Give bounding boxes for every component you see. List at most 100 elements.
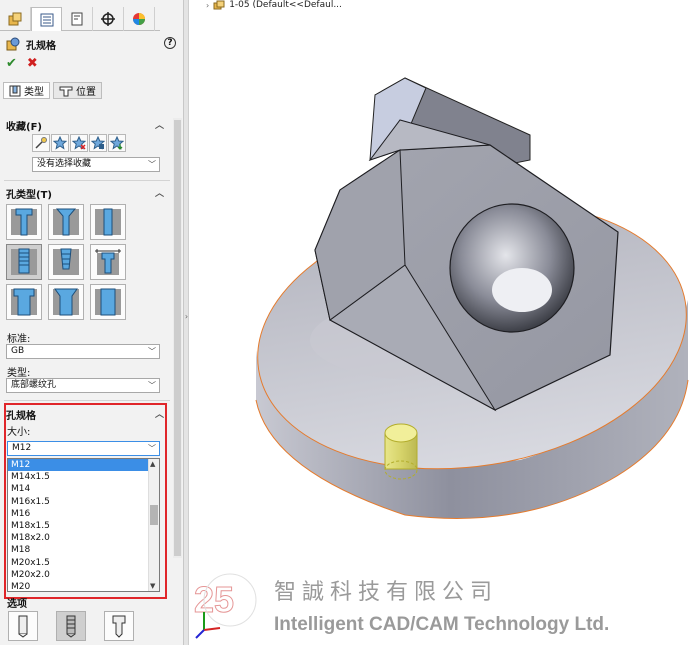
tap-drill-option-button[interactable] — [8, 611, 38, 641]
remove-thread-option-button[interactable] — [104, 611, 134, 641]
solidworks-window: 孔规格 ? ✔ ✖ 类型 位置 收藏(F) ︿ 没有选择收藏 ﹀ 孔类型(T) … — [0, 0, 700, 645]
tapered-tap-button[interactable] — [48, 244, 84, 280]
favorites-select[interactable]: 没有选择收藏 ﹀ — [32, 157, 160, 172]
tab-dimxpert-manager[interactable] — [93, 7, 124, 31]
svg-text:25: 25 — [194, 579, 234, 620]
hole-type-group-header[interactable]: 孔类型(T) ︿ — [6, 186, 166, 201]
slot-button[interactable] — [90, 284, 126, 320]
straight-tap-button[interactable] — [6, 244, 42, 280]
chevron-up-icon[interactable]: ︿ — [155, 118, 164, 131]
chevron-down-icon: ﹀ — [148, 160, 156, 169]
tab-configuration-manager[interactable] — [62, 7, 93, 31]
hole-type-label: 孔类型(T) — [6, 190, 52, 201]
star-save-icon — [91, 136, 105, 150]
size-select-value: M12 — [12, 443, 32, 453]
splitter-grip-icon[interactable]: › — [184, 310, 189, 324]
countersink-icon — [53, 208, 79, 236]
panel-scrollbar[interactable] — [173, 118, 182, 558]
part-icon — [8, 12, 22, 26]
chevron-down-icon: ﹀ — [148, 381, 156, 390]
list-item[interactable]: M20x2.0 — [8, 569, 159, 581]
list-item[interactable]: M16x1.5 — [8, 496, 159, 508]
scroll-thumb[interactable] — [150, 505, 158, 525]
size-select[interactable]: M12 ﹀ — [7, 441, 160, 456]
list-item[interactable]: M14x1.5 — [8, 471, 159, 483]
crosshair-icon — [101, 12, 115, 26]
list-item[interactable]: M18x2.0 — [8, 532, 159, 544]
hole-spec-label: 孔规格 — [6, 411, 36, 422]
graphics-area[interactable]: › 1-05 (Default<<Defaul... 25 — [190, 0, 700, 645]
remove-thread-icon — [112, 615, 126, 638]
standard-select-value: GB — [11, 346, 25, 356]
favorites-select-value: 没有选择收藏 — [37, 159, 92, 169]
counterbore-slot-icon — [11, 288, 37, 316]
list-item[interactable]: M18x1.5 — [8, 520, 159, 532]
tab-display-manager[interactable] — [124, 7, 155, 31]
tab-type[interactable]: 类型 — [3, 82, 50, 99]
size-dropdown-list[interactable]: M12 M14x1.5 M14 M16x1.5 M16 M18x1.5 M18x… — [7, 458, 160, 592]
star-delete-icon — [72, 136, 86, 150]
chevron-down-icon: ﹀ — [148, 347, 156, 356]
type-select[interactable]: 底部螺纹孔 ﹀ — [6, 378, 160, 393]
cosmetic-thread-option-button[interactable] — [56, 611, 86, 641]
favorites-group-header[interactable]: 收藏(F) ︿ — [6, 118, 166, 133]
countersink-slot-button[interactable] — [48, 284, 84, 320]
chevron-up-icon[interactable]: ︿ — [155, 186, 164, 199]
chevron-down-icon: ﹀ — [148, 444, 156, 453]
list-item[interactable]: M20x1.5 — [8, 557, 159, 569]
hole-tabs: 类型 位置 — [3, 82, 102, 99]
star-add-icon — [53, 136, 67, 150]
cancel-button[interactable]: ✖ — [27, 56, 38, 71]
scroll-up-icon[interactable]: ▲ — [150, 460, 155, 468]
counterbore-slot-button[interactable] — [6, 284, 42, 320]
help-icon[interactable]: ? — [164, 37, 176, 49]
star-load-icon — [110, 136, 124, 150]
model-view[interactable]: 25 — [190, 0, 700, 645]
property-list-icon — [40, 13, 53, 26]
type-label: 类型: — [7, 368, 31, 379]
property-manager-header: 孔规格 ? — [6, 36, 178, 52]
configuration-icon — [71, 12, 83, 26]
dropdown-scrollbar[interactable]: ▲ ▼ — [148, 459, 159, 591]
hole-type-icon — [9, 85, 21, 96]
legacy-hole-icon — [95, 249, 121, 275]
scroll-down-icon[interactable]: ▼ — [150, 582, 155, 590]
add-favorite-button[interactable] — [51, 134, 69, 152]
hole-spec-group-header[interactable]: 孔规格 ︿ — [6, 407, 166, 422]
standard-label: 标准: — [7, 334, 31, 345]
list-item[interactable]: M16 — [8, 508, 159, 520]
counterbore-button[interactable] — [6, 204, 42, 240]
load-favorite-button[interactable] — [108, 134, 126, 152]
legacy-hole-button[interactable] — [90, 244, 126, 280]
options-toolbar — [8, 611, 134, 641]
list-item[interactable]: M12 — [8, 459, 159, 472]
tab-position-label: 位置 — [76, 87, 96, 98]
apply-defaults-button[interactable] — [32, 134, 50, 152]
tab-property-manager[interactable] — [31, 7, 62, 31]
list-item[interactable]: M20 — [8, 581, 159, 591]
bore-hole — [449, 203, 575, 333]
tab-feature-manager[interactable] — [0, 7, 31, 31]
simple-hole-button[interactable] — [90, 204, 126, 240]
chevron-up-icon[interactable]: ︿ — [155, 407, 164, 420]
panel-splitter[interactable]: › — [184, 0, 189, 645]
delete-favorite-button[interactable] — [70, 134, 88, 152]
tap-drill-icon — [18, 615, 28, 638]
straight-tap-icon — [11, 248, 37, 275]
divider — [4, 400, 170, 401]
list-item[interactable]: M18 — [8, 544, 159, 556]
appearance-icon — [133, 13, 145, 25]
tab-position[interactable]: 位置 — [53, 82, 102, 99]
type-select-value: 底部螺纹孔 — [11, 380, 57, 390]
watermark-english: Intelligent CAD/CAM Technology Ltd. — [274, 614, 610, 635]
divider — [4, 180, 170, 181]
list-item[interactable]: M14 — [8, 483, 159, 495]
options-label: 选项 — [7, 599, 27, 610]
hole-preview-top — [384, 423, 418, 443]
countersink-button[interactable] — [48, 204, 84, 240]
position-icon — [59, 86, 73, 96]
save-favorite-button[interactable] — [89, 134, 107, 152]
standard-select[interactable]: GB ﹀ — [6, 344, 160, 359]
ok-button[interactable]: ✔ — [6, 56, 17, 71]
tab-type-label: 类型 — [24, 87, 44, 98]
